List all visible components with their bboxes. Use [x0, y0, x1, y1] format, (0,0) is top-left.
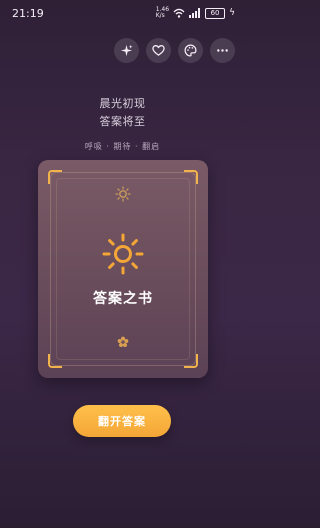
corner-ornament: [184, 354, 198, 368]
status-time: 21:19: [12, 6, 44, 20]
charging-icon: ϟ: [229, 8, 235, 18]
wifi-icon: [173, 8, 185, 18]
headline-line2: 答案将至: [99, 115, 146, 128]
more-icon: [217, 49, 228, 52]
answer-book-card[interactable]: 答案之书: [38, 160, 208, 378]
sun-icon: [102, 233, 144, 275]
signal-icon: [189, 8, 201, 18]
theme-button[interactable]: [178, 38, 203, 63]
card-title: 答案之书: [93, 291, 153, 307]
steps-caption: 呼吸 · 期待 · 翻启: [84, 142, 161, 151]
status-icons: 1.46 K/s 60 ϟ: [156, 7, 235, 19]
headline-line1: 晨光初现: [99, 97, 146, 110]
sparkle-icon: [120, 44, 133, 57]
heart-icon: [152, 45, 165, 56]
small-sun-icon: [115, 186, 131, 202]
status-bar: 21:19 1.46 K/s 60 ϟ: [0, 0, 245, 26]
open-answer-button[interactable]: 翻开答案: [73, 405, 171, 437]
network-speed: 1.46 K/s: [155, 6, 170, 19]
more-button[interactable]: [210, 38, 235, 63]
corner-ornament: [48, 354, 62, 368]
top-actions: [114, 38, 235, 63]
corner-ornament: [184, 170, 198, 184]
corner-ornament: [48, 170, 62, 184]
battery-icon: 60: [205, 7, 226, 19]
palette-icon: [184, 44, 197, 57]
favorite-button[interactable]: [146, 38, 171, 63]
flower-icon: [117, 336, 129, 347]
sparkle-button[interactable]: [114, 38, 139, 63]
